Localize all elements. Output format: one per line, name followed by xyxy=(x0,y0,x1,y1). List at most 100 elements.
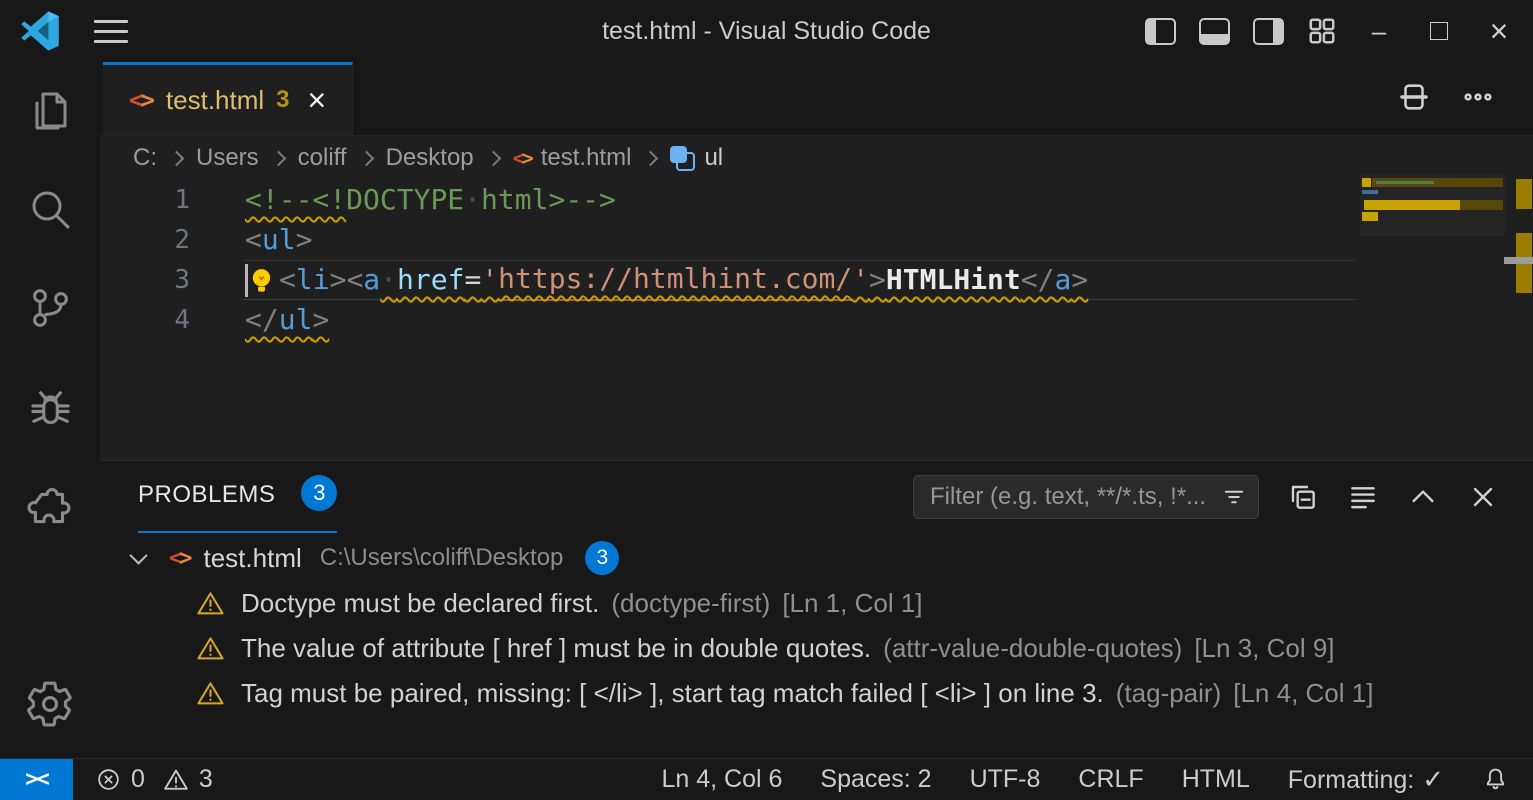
toggle-panel-icon[interactable] xyxy=(1197,14,1231,48)
split-editor-icon[interactable] xyxy=(1397,80,1431,114)
remote-indicator[interactable]: >< xyxy=(0,759,73,800)
overview-ruler-warning-1 xyxy=(1516,179,1532,209)
breadcrumb-item-c[interactable]: C: xyxy=(133,144,157,172)
code-lines[interactable]: 1<!--<!DOCTYPE·html>-->2<ul>3<li><a·href… xyxy=(100,180,1533,460)
breadcrumb-separator-icon xyxy=(643,150,659,166)
search-icon[interactable] xyxy=(22,182,78,238)
breadcrumb-item-desktop[interactable]: Desktop xyxy=(386,144,474,172)
tab-test-html[interactable]: <> test.html 3 × xyxy=(103,62,353,135)
menu-icon[interactable] xyxy=(94,11,134,51)
breadcrumb-separator-icon xyxy=(358,150,374,166)
code-token: a xyxy=(1054,260,1071,300)
problems-panel: PROBLEMS 3 xyxy=(100,460,1533,758)
problem-row[interactable]: The value of attribute [ href ] must be … xyxy=(100,626,1533,671)
source-control-icon[interactable] xyxy=(22,280,78,336)
lightbulb-icon[interactable] xyxy=(245,264,278,297)
breadcrumb-label: C: xyxy=(133,144,157,172)
code-text: <!--<!DOCTYPE·html>--> xyxy=(245,180,616,220)
code-token: < xyxy=(245,220,262,260)
explorer-icon[interactable] xyxy=(22,84,78,140)
status-eol[interactable]: CRLF xyxy=(1078,765,1143,794)
breadcrumb-label: coliff xyxy=(298,144,347,172)
problems-count-badge: 3 xyxy=(301,475,337,511)
extensions-icon[interactable] xyxy=(22,480,78,536)
minimize-button[interactable]: – xyxy=(1359,11,1399,51)
breadcrumb-item-coliff[interactable]: coliff xyxy=(298,144,347,172)
problems-file-path: C:\Users\coliff\Desktop xyxy=(320,544,564,572)
code-token: > xyxy=(869,260,886,300)
problem-message: The value of attribute [ href ] must be … xyxy=(241,633,871,664)
breadcrumb-separator-icon xyxy=(270,150,286,166)
line-number: 3 xyxy=(100,260,190,300)
editor-area: <> test.html 3 × C:UserscoliffDesktop<>t… xyxy=(100,62,1533,758)
code-token: html>--> xyxy=(481,180,616,220)
code-text: <ul> xyxy=(245,220,312,260)
code-line-3[interactable]: 3<li><a·href='https://htmlhint.com/'>HTM… xyxy=(100,260,1533,300)
status-cursor-position[interactable]: Ln 4, Col 6 xyxy=(661,765,782,794)
breadcrumb-separator-icon xyxy=(485,150,501,166)
code-token: li xyxy=(296,260,330,300)
status-encoding[interactable]: UTF-8 xyxy=(970,765,1041,794)
tab-close-icon[interactable]: × xyxy=(308,84,327,116)
breadcrumb-item-testhtml[interactable]: <>test.html xyxy=(513,144,632,172)
warning-icon xyxy=(196,589,225,618)
problems-file-group[interactable]: <> test.html C:\Users\coliff\Desktop 3 xyxy=(100,535,1533,581)
more-actions-icon[interactable] xyxy=(1461,80,1495,114)
code-line-2[interactable]: 2<ul> xyxy=(100,220,1533,260)
view-as-list-icon[interactable] xyxy=(1347,481,1379,513)
problem-rule: (tag-pair) xyxy=(1116,678,1221,709)
panel-header: PROBLEMS 3 xyxy=(100,461,1533,533)
tab-problems[interactable]: PROBLEMS 3 xyxy=(138,461,337,533)
line-number: 1 xyxy=(100,180,190,220)
toggle-secondary-sidebar-icon[interactable] xyxy=(1251,14,1285,48)
problem-row[interactable]: Tag must be paired, missing: [ </li> ], … xyxy=(100,671,1533,716)
code-text: </ul> xyxy=(245,300,329,340)
code-token: href xyxy=(397,260,464,300)
minimap-line-1-mark xyxy=(1362,178,1371,187)
tab-label: test.html xyxy=(166,85,264,116)
settings-gear-icon[interactable] xyxy=(22,676,78,732)
code-token: · xyxy=(380,260,397,300)
status-formatting-label: Formatting: xyxy=(1288,766,1414,794)
code-token: < xyxy=(279,260,296,300)
maximize-button[interactable] xyxy=(1419,11,1459,51)
code-line-1[interactable]: 1 <!--<!DOCTYPE·html>--> xyxy=(100,180,1533,220)
html-file-icon: <> xyxy=(513,146,531,170)
breadcrumb-label: Desktop xyxy=(386,144,474,172)
notifications-bell-icon[interactable] xyxy=(1482,766,1509,793)
code-text: <li><a·href='https://htmlhint.com/'>HTML… xyxy=(245,260,1088,300)
status-language-mode[interactable]: HTML xyxy=(1182,765,1250,794)
line-number: 4 xyxy=(100,300,190,340)
symbol-element-icon xyxy=(670,146,694,170)
filter-icon[interactable] xyxy=(1220,483,1248,511)
code-token: https://htmlhint.com/ xyxy=(498,259,852,301)
collapse-all-icon[interactable] xyxy=(1287,481,1319,513)
status-indentation[interactable]: Spaces: 2 xyxy=(820,765,931,794)
chevron-down-icon[interactable] xyxy=(129,546,147,564)
run-and-debug-icon[interactable] xyxy=(22,381,78,437)
code-line-4[interactable]: 4 </ul> xyxy=(100,300,1533,340)
maximize-panel-icon[interactable] xyxy=(1407,481,1439,513)
warning-count: 3 xyxy=(199,765,213,794)
toggle-primary-sidebar-icon[interactable] xyxy=(1143,14,1177,48)
breadcrumb-label: ul xyxy=(704,144,723,172)
status-bar: >< 0 3 Ln 4, Col 6 Spaces: 2 UTF-8 CRLF … xyxy=(0,758,1533,800)
close-panel-icon[interactable] xyxy=(1467,481,1499,513)
close-button[interactable]: × xyxy=(1479,11,1519,51)
code-token: = xyxy=(464,260,481,300)
breadcrumb-separator-icon xyxy=(169,150,185,166)
problems-status-item[interactable]: 0 3 xyxy=(95,765,213,794)
error-count: 0 xyxy=(131,765,145,794)
status-formatting[interactable]: Formatting:✓ xyxy=(1288,764,1444,795)
problem-message: Tag must be paired, missing: [ </li> ], … xyxy=(241,678,1104,709)
minimap-line-3-bar xyxy=(1460,200,1503,210)
code-token: </ xyxy=(245,300,279,340)
breadcrumb-item-users[interactable]: Users xyxy=(196,144,259,172)
customize-layout-icon[interactable] xyxy=(1305,14,1339,48)
problem-row[interactable]: Doctype must be declared first.(doctype-… xyxy=(100,581,1533,626)
problems-filter-input[interactable] xyxy=(928,482,1220,512)
breadcrumb-item-ul[interactable]: ul xyxy=(670,144,723,172)
minimap-line-3-mark xyxy=(1364,200,1460,210)
code-token: · xyxy=(464,180,481,220)
code-token: ' xyxy=(481,260,498,300)
